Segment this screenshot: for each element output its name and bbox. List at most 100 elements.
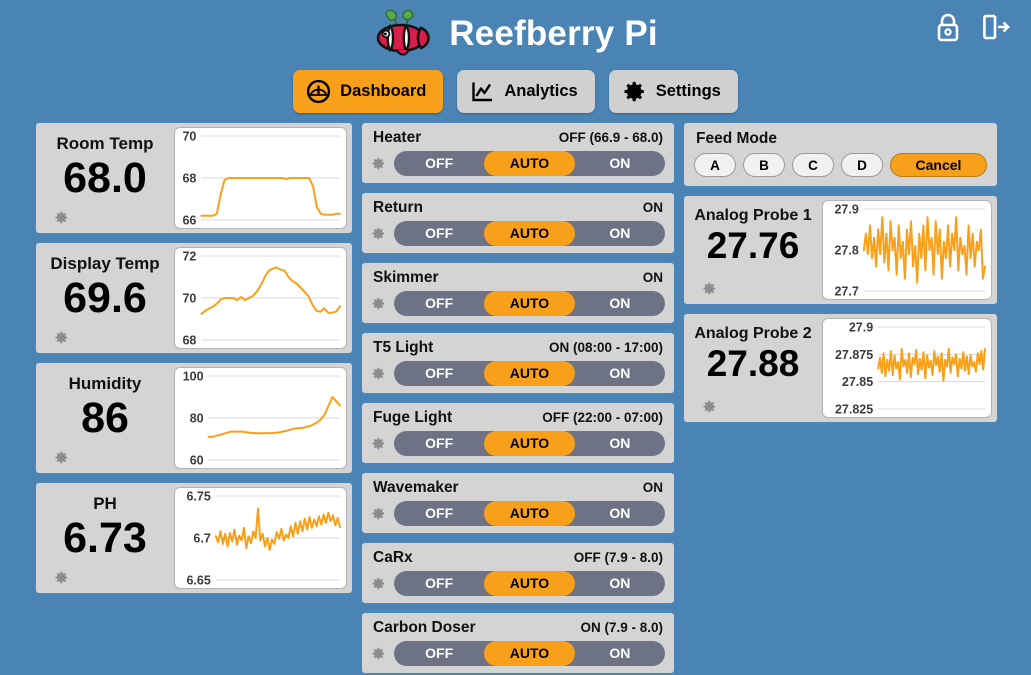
tab-dashboard-label: Dashboard: [340, 82, 427, 100]
gear-icon[interactable]: [702, 281, 717, 296]
svg-text:27.85: 27.85: [842, 375, 873, 389]
outlet-panel-skimmer: Skimmer ON OFF AUTO ON: [360, 261, 676, 325]
outlet-mode-off[interactable]: OFF: [394, 151, 484, 176]
svg-text:6.7: 6.7: [193, 532, 210, 546]
outlet-mode-toggle[interactable]: OFF AUTO ON: [394, 221, 665, 246]
tab-analytics-label: Analytics: [504, 82, 578, 100]
svg-text:100: 100: [183, 370, 204, 384]
outlet-mode-on[interactable]: ON: [575, 151, 665, 176]
outlet-mode-on[interactable]: ON: [575, 431, 665, 456]
outlet-controls: OFF AUTO ON: [371, 571, 665, 596]
outlet-mode-toggle[interactable]: OFF AUTO ON: [394, 291, 665, 316]
brand: Reefberry Pi: [373, 6, 658, 63]
tab-dashboard[interactable]: Dashboard: [293, 70, 444, 113]
feed-mode-button-c[interactable]: C: [792, 153, 834, 177]
feed-mode-button-a[interactable]: A: [694, 153, 736, 177]
gear-icon[interactable]: [54, 210, 69, 225]
outlet-name: CaRx: [373, 549, 413, 566]
logout-icon[interactable]: [981, 12, 1011, 42]
outlet-controls: OFF AUTO ON: [371, 291, 665, 316]
outlet-mode-off[interactable]: OFF: [394, 501, 484, 526]
outlet-mode-on[interactable]: ON: [575, 571, 665, 596]
outlet-mode-toggle[interactable]: OFF AUTO ON: [394, 641, 665, 666]
tab-analytics[interactable]: Analytics: [457, 70, 595, 113]
feed-mode-button-b[interactable]: B: [743, 153, 785, 177]
tab-settings[interactable]: Settings: [608, 70, 738, 113]
svg-text:70: 70: [182, 130, 196, 144]
feed-mode-cancel-button[interactable]: Cancel: [890, 153, 987, 177]
outlet-mode-on[interactable]: ON: [575, 361, 665, 386]
outlet-mode-off[interactable]: OFF: [394, 431, 484, 456]
outlet-mode-toggle[interactable]: OFF AUTO ON: [394, 361, 665, 386]
svg-text:70: 70: [182, 292, 196, 306]
outlet-mode-off[interactable]: OFF: [394, 361, 484, 386]
probe-chart-2: 27.825 27.85 27.875 27.9: [822, 318, 992, 418]
lock-icon[interactable]: [935, 12, 961, 42]
outlet-status: ON (7.9 - 8.0): [580, 620, 663, 635]
gear-icon[interactable]: [371, 226, 386, 241]
outlet-name: Fuge Light: [373, 409, 453, 426]
sensor-panel-display-temp: Display Temp 69.6 68 70 72: [34, 241, 354, 355]
outlet-mode-auto[interactable]: AUTO: [484, 501, 575, 526]
outlet-mode-on[interactable]: ON: [575, 501, 665, 526]
feed-mode-button-d[interactable]: D: [841, 153, 883, 177]
sensor-panel-room-temp: Room Temp 68.0 66 68 70: [34, 121, 354, 235]
svg-text:68: 68: [182, 172, 196, 186]
gear-icon[interactable]: [371, 296, 386, 311]
line-chart-icon: [470, 79, 495, 104]
outlet-mode-auto[interactable]: AUTO: [484, 571, 575, 596]
gear-icon[interactable]: [54, 330, 69, 345]
outlet-panel-wavemaker: Wavemaker ON OFF AUTO ON: [360, 471, 676, 535]
outlet-header: Carbon Doser ON (7.9 - 8.0): [371, 618, 665, 641]
outlet-panel-t5-light: T5 Light ON (08:00 - 17:00) OFF AUTO ON: [360, 331, 676, 395]
probe-info: Analog Probe 1 27.76: [688, 200, 818, 300]
outlet-mode-on[interactable]: ON: [575, 641, 665, 666]
svg-text:27.9: 27.9: [834, 203, 858, 217]
sensor-info: Room Temp 68.0: [40, 127, 170, 229]
gear-icon[interactable]: [371, 156, 386, 171]
gear-icon[interactable]: [54, 570, 69, 585]
gauge-icon: [306, 79, 331, 104]
outlet-mode-auto[interactable]: AUTO: [484, 151, 575, 176]
outlet-mode-auto[interactable]: AUTO: [484, 431, 575, 456]
sensor-info: Display Temp 69.6: [40, 247, 170, 349]
sensor-name: Room Temp: [56, 134, 154, 153]
outlet-mode-toggle[interactable]: OFF AUTO ON: [394, 431, 665, 456]
gear-icon[interactable]: [54, 450, 69, 465]
outlet-mode-on[interactable]: ON: [575, 221, 665, 246]
sensor-chart-room-temp: 66 68 70: [174, 127, 347, 229]
outlet-controls: OFF AUTO ON: [371, 501, 665, 526]
probe-info: Analog Probe 2 27.88: [688, 318, 818, 418]
outlet-mode-auto[interactable]: AUTO: [484, 291, 575, 316]
svg-text:60: 60: [190, 454, 204, 468]
outlet-mode-off[interactable]: OFF: [394, 641, 484, 666]
probe-panel-2: Analog Probe 2 27.88 27.825 27.85 27.875 27…: [682, 312, 999, 424]
sensor-value: 86: [81, 394, 129, 442]
svg-text:66: 66: [182, 214, 196, 228]
gear-icon[interactable]: [371, 576, 386, 591]
outlet-controls: OFF AUTO ON: [371, 151, 665, 176]
outlet-mode-off[interactable]: OFF: [394, 291, 484, 316]
gear-icon[interactable]: [702, 399, 717, 414]
sensor-info: PH 6.73: [40, 487, 170, 589]
svg-text:68: 68: [182, 334, 196, 348]
svg-text:27.8: 27.8: [834, 244, 858, 258]
outlet-mode-off[interactable]: OFF: [394, 571, 484, 596]
outlet-mode-auto[interactable]: AUTO: [484, 641, 575, 666]
probe-value: 27.88: [706, 343, 800, 384]
gear-icon[interactable]: [371, 436, 386, 451]
gear-icon[interactable]: [371, 646, 386, 661]
gear-icon[interactable]: [371, 506, 386, 521]
outlet-mode-off[interactable]: OFF: [394, 221, 484, 246]
outlet-mode-auto[interactable]: AUTO: [484, 221, 575, 246]
svg-text:72: 72: [182, 250, 196, 264]
gear-icon[interactable]: [371, 366, 386, 381]
outlet-mode-toggle[interactable]: OFF AUTO ON: [394, 151, 665, 176]
outlet-mode-toggle[interactable]: OFF AUTO ON: [394, 501, 665, 526]
outlet-name: Heater: [373, 129, 422, 146]
outlet-mode-on[interactable]: ON: [575, 291, 665, 316]
sensor-name: Display Temp: [50, 254, 160, 273]
gear-icon: [622, 79, 647, 104]
outlet-mode-toggle[interactable]: OFF AUTO ON: [394, 571, 665, 596]
outlet-mode-auto[interactable]: AUTO: [484, 361, 575, 386]
